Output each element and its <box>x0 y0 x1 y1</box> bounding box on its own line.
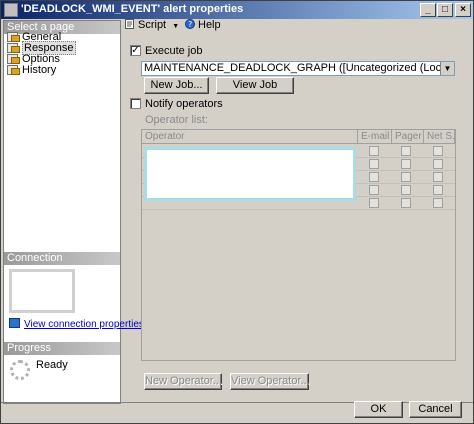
chevron-down-icon: ▼ <box>172 23 180 30</box>
pager-checkbox[interactable] <box>401 185 411 195</box>
net-send-checkbox[interactable] <box>433 159 443 169</box>
execute-job-checkbox[interactable]: ✓ <box>130 45 141 56</box>
net-send-checkbox[interactable] <box>433 146 443 156</box>
script-icon <box>125 19 134 29</box>
operator-overlay-box <box>144 147 356 201</box>
net-send-checkbox[interactable] <box>433 172 443 182</box>
help-icon: ? <box>185 19 195 29</box>
new-operator-button[interactable]: New Operator... <box>144 373 222 390</box>
view-job-button[interactable]: View Job <box>216 77 294 94</box>
progress-spinner-icon <box>10 360 30 380</box>
notify-operators-label: Notify operators <box>145 98 223 110</box>
connection-link-label: View connection properties <box>24 319 144 330</box>
execute-job-label: Execute job <box>145 45 203 57</box>
page-icon <box>7 42 20 53</box>
help-button[interactable]: ? Help <box>185 19 221 31</box>
column-header-net-send[interactable]: Net S... <box>424 130 455 144</box>
email-checkbox[interactable] <box>369 159 379 169</box>
operator-list-label: Operator list: <box>145 114 208 126</box>
close-button[interactable]: × <box>455 3 471 17</box>
minimize-button[interactable]: _ <box>420 3 436 17</box>
net-send-checkbox[interactable] <box>433 198 443 208</box>
progress-header: Progress <box>4 342 120 355</box>
email-checkbox[interactable] <box>369 146 379 156</box>
connection-header: Connection <box>4 252 120 265</box>
new-job-button[interactable]: New Job... <box>144 77 209 94</box>
email-checkbox[interactable] <box>369 185 379 195</box>
notify-operators-checkbox[interactable] <box>130 98 141 109</box>
job-select[interactable]: MAINTENANCE_DEADLOCK_GRAPH ([Uncategoriz… <box>141 61 455 76</box>
script-label: Script <box>138 19 167 31</box>
email-checkbox[interactable] <box>369 198 379 208</box>
toolbar: Script ▼ ? Help <box>123 19 473 33</box>
column-header-operator[interactable]: Operator <box>142 130 358 144</box>
alert-properties-window: 'DEADLOCK_WMI_EVENT' alert properties _ … <box>0 0 474 424</box>
app-icon <box>4 3 18 17</box>
chevron-down-icon[interactable]: ▼ <box>440 62 454 75</box>
title-bar[interactable]: 'DEADLOCK_WMI_EVENT' alert properties _ … <box>1 1 473 19</box>
script-button[interactable]: Script ▼ <box>125 19 179 33</box>
page-icon <box>7 53 20 64</box>
connection-icon <box>9 318 20 328</box>
page-icon <box>7 64 20 75</box>
connection-info-box <box>9 269 75 313</box>
view-operator-button[interactable]: View Operator... <box>230 373 310 390</box>
left-pane: Select a page General Response Options H… <box>3 20 144 404</box>
page-item-label: History <box>22 64 57 76</box>
ok-button[interactable]: OK <box>354 401 403 418</box>
progress-status: Ready <box>36 359 68 371</box>
job-select-value: MAINTENANCE_DEADLOCK_GRAPH ([Uncategoriz… <box>144 62 455 74</box>
cancel-button[interactable]: Cancel <box>409 401 462 418</box>
maximize-button[interactable]: □ <box>437 3 453 17</box>
column-header-pager[interactable]: Pager <box>392 130 424 144</box>
pager-checkbox[interactable] <box>401 159 411 169</box>
page-icon <box>7 31 20 42</box>
net-send-checkbox[interactable] <box>433 185 443 195</box>
page-item-history[interactable]: History <box>7 64 56 76</box>
column-header-email[interactable]: E-mail <box>358 130 392 144</box>
view-connection-properties-link[interactable]: View connection properties <box>9 318 144 330</box>
pager-checkbox[interactable] <box>401 172 411 182</box>
pager-checkbox[interactable] <box>401 146 411 156</box>
email-checkbox[interactable] <box>369 172 379 182</box>
window-title: 'DEADLOCK_WMI_EVENT' alert properties <box>21 3 244 15</box>
svg-text:?: ? <box>188 20 192 29</box>
pager-checkbox[interactable] <box>401 198 411 208</box>
help-label: Help <box>198 19 221 31</box>
